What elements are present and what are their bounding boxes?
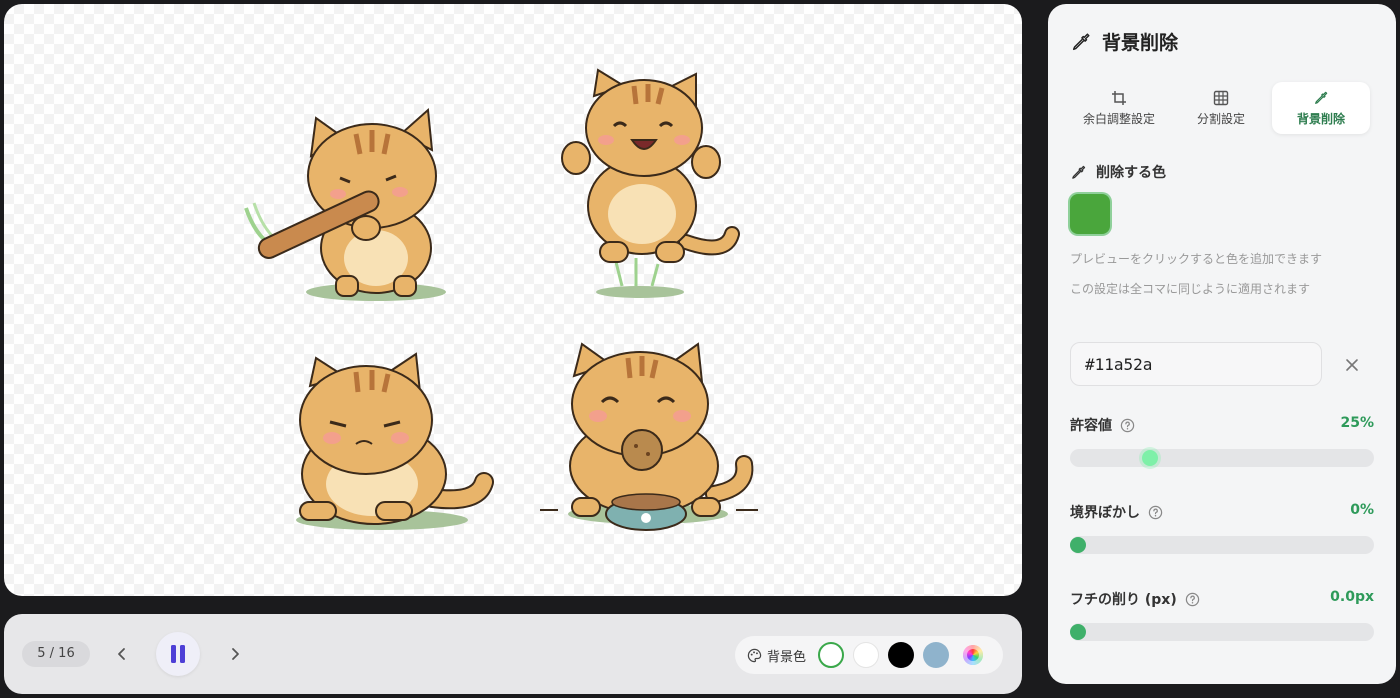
cat-jumping-happy — [561, 68, 740, 298]
background-color-label: 背景色 — [767, 649, 807, 665]
remove-color-label: 削除する色 — [1096, 165, 1166, 181]
hex-color-input[interactable] — [1070, 342, 1322, 386]
chevron-right-icon — [232, 648, 239, 660]
swatch-white[interactable] — [853, 642, 880, 668]
tab-margin-settings[interactable]: 余白調整設定 — [1070, 82, 1168, 134]
edge-blur-slider-thumb[interactable] — [1070, 537, 1086, 553]
prev-frame-button[interactable] — [106, 638, 138, 670]
help-icon[interactable] — [1185, 592, 1200, 607]
swatch-blue[interactable] — [923, 642, 950, 668]
tolerance-slider-thumb[interactable] — [1142, 450, 1158, 466]
help-icon[interactable] — [1148, 505, 1163, 520]
settings-tabs: 余白調整設定 分割設定 背景削除 — [1070, 82, 1372, 136]
eyedropper-icon — [1072, 165, 1086, 179]
edge-trim-slider-thumb[interactable] — [1070, 624, 1086, 640]
cat-eating-cookie — [540, 342, 758, 531]
close-icon — [1346, 359, 1358, 371]
panel-title: 背景削除 — [1102, 32, 1179, 54]
cat-swinging-bat — [244, 107, 446, 301]
frame-counter: 5 / 16 — [22, 641, 90, 667]
tolerance-label: 許容値 — [1070, 418, 1112, 434]
hint-apply-all: この設定は全コマに同じように適用されます — [1070, 282, 1311, 296]
color-wheel-icon[interactable] — [963, 645, 984, 665]
edge-blur-value: 0% — [1350, 502, 1374, 518]
background-color-selector: 背景色 — [735, 636, 1003, 674]
settings-panel: 背景削除 余白調整設定 分割設定 背景削除 削除する色 プレビューをクリックする… — [1048, 4, 1396, 684]
edge-trim-slider[interactable] — [1070, 623, 1374, 641]
grid-icon — [1213, 90, 1229, 105]
pause-icon — [171, 645, 185, 663]
cat-sitting-sad — [296, 352, 494, 530]
palette-icon — [747, 648, 762, 662]
tolerance-slider[interactable] — [1070, 449, 1374, 467]
eyedropper-icon — [1072, 32, 1090, 50]
edge-trim-value: 0.0px — [1330, 589, 1374, 605]
tab-split-settings[interactable]: 分割設定 — [1172, 82, 1270, 134]
swatch-transparent[interactable] — [818, 642, 845, 668]
chevron-left-icon — [118, 648, 125, 660]
sprite-preview[interactable] — [4, 4, 1022, 596]
edge-blur-slider[interactable] — [1070, 536, 1374, 554]
pause-button[interactable] — [156, 632, 200, 676]
hint-click-preview: プレビューをクリックすると色を追加できます — [1070, 252, 1323, 266]
help-icon[interactable] — [1120, 418, 1135, 433]
edge-blur-label: 境界ぼかし — [1070, 505, 1140, 521]
eyedropper-icon — [1315, 91, 1328, 104]
clear-color-button[interactable] — [1340, 353, 1364, 377]
crop-icon — [1112, 90, 1126, 105]
edge-trim-label: フチの削り (px) — [1070, 592, 1177, 608]
tolerance-value: 25% — [1340, 415, 1374, 431]
playback-controls: 5 / 16 背景色 — [4, 614, 1022, 694]
selected-color-swatch[interactable] — [1070, 194, 1110, 234]
tab-background-removal[interactable]: 背景削除 — [1272, 82, 1370, 134]
next-frame-button[interactable] — [219, 638, 251, 670]
swatch-black[interactable] — [888, 642, 915, 668]
